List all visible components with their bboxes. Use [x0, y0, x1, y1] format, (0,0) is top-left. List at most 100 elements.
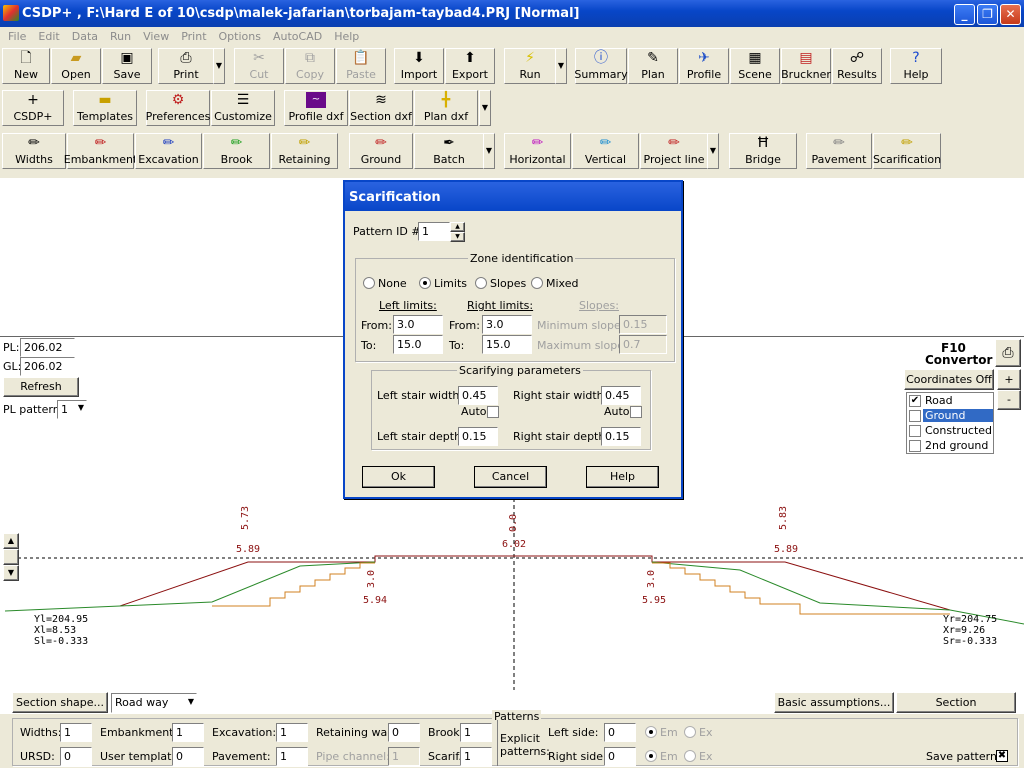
right-side-field[interactable]: 0 — [604, 747, 636, 766]
right-to-field[interactable]: 15.0 — [482, 335, 532, 354]
basic-assumptions-button[interactable]: Basic assumptions... — [774, 692, 894, 713]
save-patterns-checkbox[interactable]: ✖ — [996, 750, 1008, 762]
printer-side-button[interactable]: ⎙ — [995, 339, 1021, 367]
layer-ground[interactable]: Ground — [909, 409, 993, 424]
scroll-up-button[interactable]: ▲ — [3, 533, 19, 549]
plan-dxf-button[interactable]: ╋ Plan dxf — [414, 90, 478, 126]
right-from-field[interactable]: 3.0 — [482, 315, 532, 334]
copy-button[interactable]: ⧉ Copy — [285, 48, 335, 84]
scene-button[interactable]: ▦ Scene — [730, 48, 780, 84]
left-auto-checkbox[interactable] — [487, 406, 499, 418]
print-button[interactable]: ⎙ Print — [158, 48, 214, 84]
menu-run[interactable]: Run — [104, 30, 137, 43]
pattern-id-spin-up[interactable]: ▲ — [450, 222, 465, 232]
maximize-button[interactable]: ❐ — [977, 4, 998, 25]
pattern-id-spin-down[interactable]: ▼ — [450, 232, 465, 242]
layer-2nd-ground[interactable]: 2nd ground — [909, 439, 993, 454]
layer-road[interactable]: ✔ Road — [909, 394, 993, 409]
zone-none-radio[interactable] — [363, 277, 375, 289]
run-dropdown[interactable]: ▼ — [555, 48, 567, 84]
menu-options[interactable]: Options — [213, 30, 267, 43]
ursd-field[interactable]: 0 — [60, 747, 92, 766]
summary-button[interactable]: ⓘ Summary — [574, 48, 628, 84]
print-dropdown[interactable]: ▼ — [213, 48, 225, 84]
plan-button[interactable]: ✎ Plan — [628, 48, 678, 84]
save-button[interactable]: ▣ Save — [102, 48, 152, 84]
profile-button[interactable]: ✈ Profile — [679, 48, 729, 84]
minimize-button[interactable]: _ — [954, 4, 975, 25]
right-auto-checkbox[interactable] — [630, 406, 642, 418]
pavement-field[interactable]: 1 — [276, 747, 308, 766]
menu-help[interactable]: Help — [328, 30, 365, 43]
scroll-down-button[interactable]: ▼ — [3, 565, 19, 581]
export-button[interactable]: ⬆ Export — [445, 48, 495, 84]
run-button[interactable]: ⚡ Run — [504, 48, 556, 84]
left-side-field[interactable]: 0 — [604, 723, 636, 742]
embankment-button[interactable]: ✏ Embankment — [64, 133, 137, 169]
scarification-button[interactable]: ✏ Scarification — [873, 133, 941, 169]
new-button[interactable]: 🗋 New — [2, 48, 50, 84]
pavement-button[interactable]: ✏ Pavement — [806, 133, 872, 169]
right-stair-width-field[interactable]: 0.45 — [601, 386, 641, 405]
csdp-button[interactable]: + CSDP+ — [2, 90, 64, 126]
gl-field[interactable]: 206.02 — [20, 357, 75, 376]
templates-button[interactable]: ▬ Templates — [73, 90, 137, 126]
pl-pattern-select[interactable]: 1 ▼ — [57, 400, 87, 419]
zone-limits-radio[interactable] — [419, 277, 431, 289]
left-em-radio[interactable] — [645, 726, 657, 738]
paste-button[interactable]: 📋 Paste — [336, 48, 386, 84]
cancel-button[interactable]: Cancel — [474, 466, 547, 488]
retaining-button[interactable]: ✏ Retaining — [271, 133, 338, 169]
max-slope-field[interactable]: 0.7 — [619, 335, 667, 354]
ground-button[interactable]: ✏ Ground — [349, 133, 413, 169]
preferences-button[interactable]: ⚙ Preferences — [146, 90, 210, 126]
profile-dxf-button[interactable]: ~ Profile dxf — [284, 90, 348, 126]
menu-view[interactable]: View — [137, 30, 175, 43]
scarif-field[interactable]: 1 — [460, 747, 492, 766]
pattern-id-field[interactable]: 1 — [418, 222, 450, 241]
menu-data[interactable]: Data — [66, 30, 104, 43]
project-line-button[interactable]: ✏ Project line — [640, 133, 708, 169]
toolbar2-dropdown[interactable]: ▼ — [479, 90, 491, 126]
road-checkbox[interactable]: ✔ — [909, 395, 921, 407]
ok-button[interactable]: Ok — [362, 466, 435, 488]
coordinates-toggle[interactable]: Coordinates Off — [904, 369, 994, 390]
menu-edit[interactable]: Edit — [32, 30, 65, 43]
close-button[interactable]: ✕ — [1000, 4, 1021, 25]
app-icon[interactable] — [3, 5, 19, 21]
left-stair-width-field[interactable]: 0.45 — [458, 386, 498, 405]
right-ex-radio[interactable] — [684, 750, 696, 762]
widths-field[interactable]: 1 — [60, 723, 92, 742]
customize-button[interactable]: ☰ Customize — [211, 90, 275, 126]
open-button[interactable]: ▰ Open — [51, 48, 101, 84]
menu-autocad[interactable]: AutoCAD — [267, 30, 328, 43]
right-em-radio[interactable] — [645, 750, 657, 762]
layer-constructed[interactable]: Constructed — [909, 424, 993, 439]
section-shape-button[interactable]: Section shape... — [12, 692, 108, 713]
brook-field[interactable]: 1 — [460, 723, 492, 742]
left-to-field[interactable]: 15.0 — [393, 335, 443, 354]
scroll-mid-button[interactable] — [3, 549, 19, 565]
help-dialog-button[interactable]: Help — [586, 466, 659, 488]
left-stair-depth-field[interactable]: 0.15 — [458, 427, 498, 446]
roadway-select[interactable]: Road way ▼ — [111, 693, 197, 713]
left-ex-radio[interactable] — [684, 726, 696, 738]
right-stair-depth-field[interactable]: 0.15 — [601, 427, 641, 446]
menu-print[interactable]: Print — [175, 30, 212, 43]
section-information-button[interactable]: Section information... — [896, 692, 1016, 728]
vertical-button[interactable]: ✏ Vertical — [572, 133, 639, 169]
zoom-in-button[interactable]: + — [997, 369, 1021, 390]
zone-mixed-radio[interactable] — [531, 277, 543, 289]
cut-button[interactable]: ✂ Cut — [234, 48, 284, 84]
pl-field[interactable]: 206.02 — [20, 338, 75, 357]
refresh-button[interactable]: Refresh — [3, 377, 79, 397]
excavation-button[interactable]: ✏ Excavation — [135, 133, 202, 169]
zone-slopes-radio[interactable] — [475, 277, 487, 289]
bruckner-button[interactable]: ▤ Bruckner — [781, 48, 831, 84]
project-line-dropdown[interactable]: ▼ — [707, 133, 719, 169]
constructed-checkbox[interactable] — [909, 425, 921, 437]
excavation-field[interactable]: 1 — [276, 723, 308, 742]
batch-dropdown[interactable]: ▼ — [483, 133, 495, 169]
left-from-field[interactable]: 3.0 — [393, 315, 443, 334]
min-slope-field[interactable]: 0.15 — [619, 315, 667, 334]
